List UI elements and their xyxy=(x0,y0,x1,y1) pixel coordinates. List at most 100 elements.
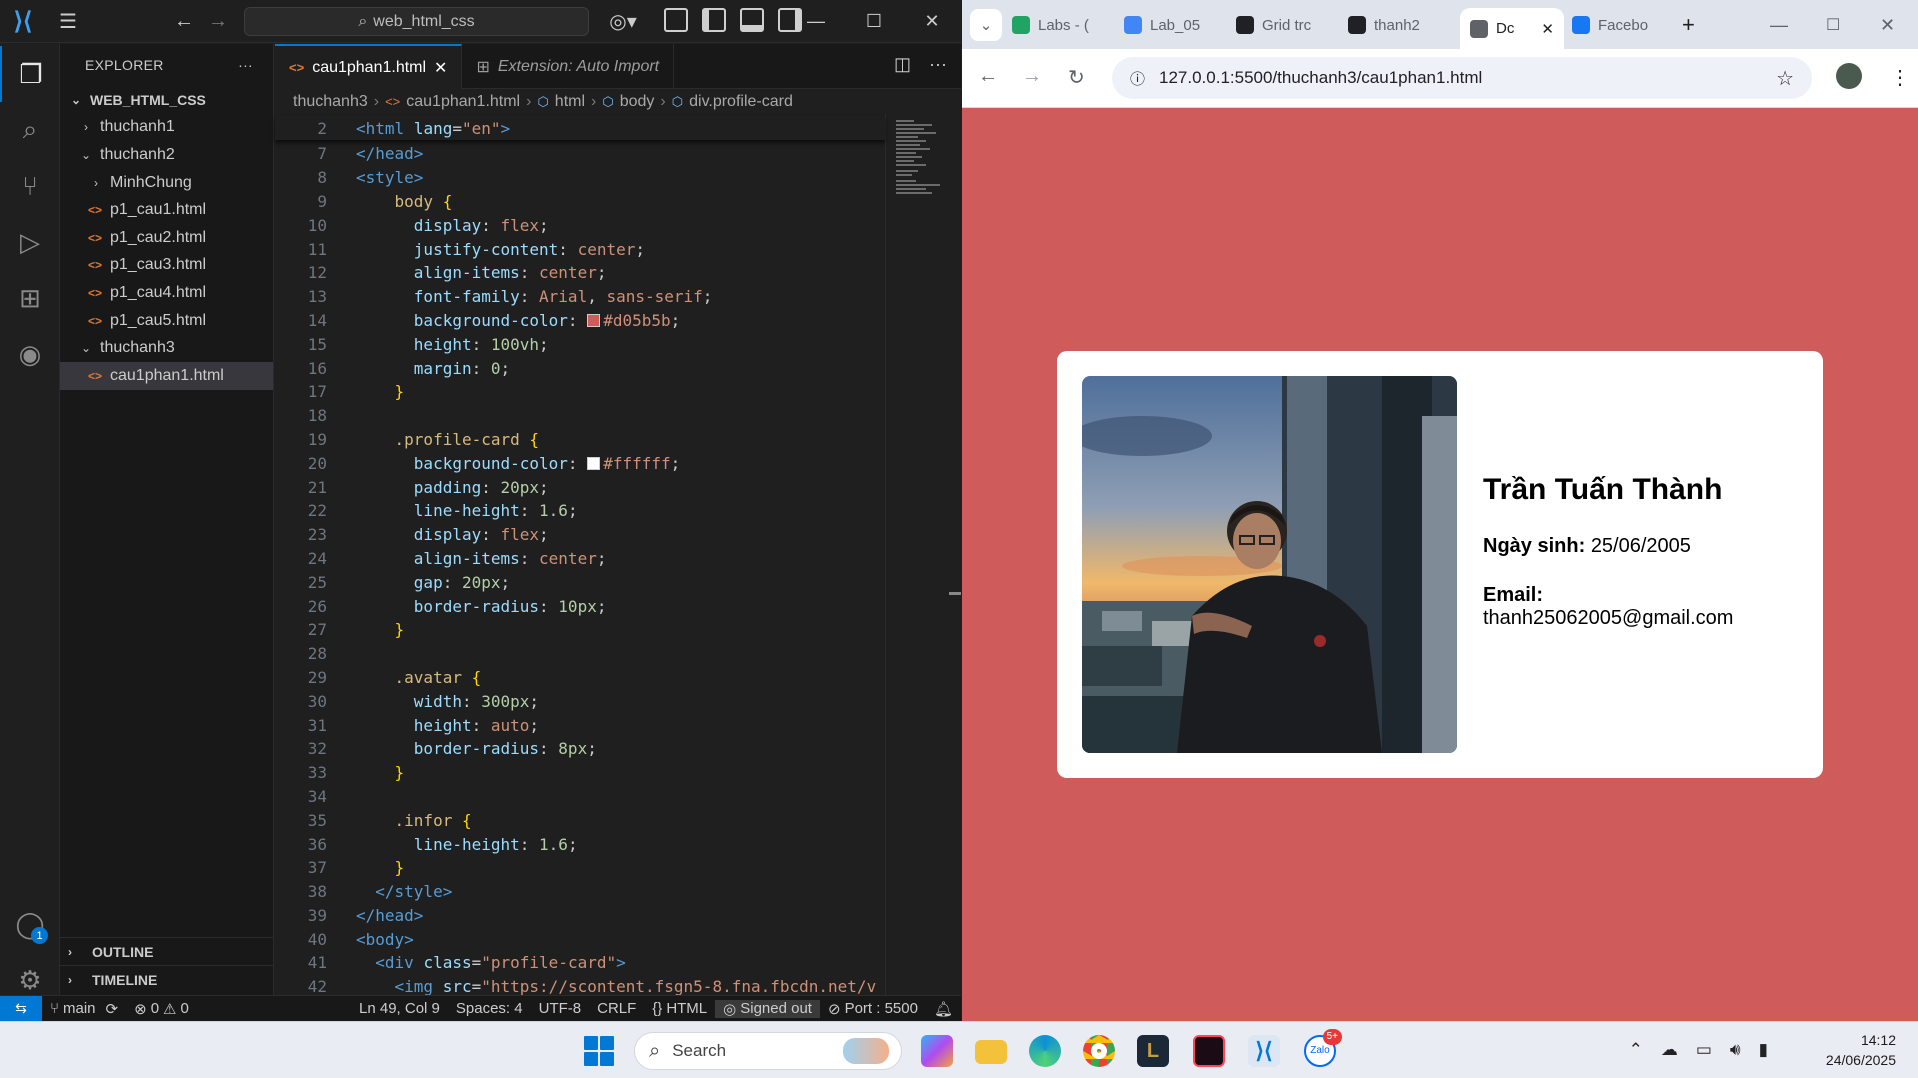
chevron-up-icon[interactable]: ⌃ xyxy=(1629,1040,1643,1060)
extensions-icon[interactable]: ⊞ xyxy=(0,270,60,326)
breadcrumb-item[interactable]: body xyxy=(620,93,655,111)
reload-icon[interactable]: ↻ xyxy=(1068,65,1085,90)
browser-tab[interactable]: Dc ✕ xyxy=(1460,8,1564,49)
zalo-app-icon[interactable]: Zalo 5+ xyxy=(1304,1029,1342,1067)
search-view-icon[interactable]: ⌕ xyxy=(0,102,60,158)
copilot-icon[interactable]: ◎▾ xyxy=(605,8,641,34)
sticky-scroll-line[interactable]: 2 <html lang="en"> xyxy=(275,116,885,140)
accounts-icon[interactable]: ◯ 1 xyxy=(0,896,60,952)
browser-tab-label: Lab_05 xyxy=(1150,16,1201,34)
tab-extension-auto-import[interactable]: ⊞ Extension: Auto Import xyxy=(462,44,675,89)
hamburger-menu-icon[interactable]: ☰ xyxy=(54,8,82,34)
volume-icon[interactable]: 🔊︎ xyxy=(1730,1040,1741,1060)
tab-cau1phan1[interactable]: <> cau1phan1.html ✕ xyxy=(275,44,463,89)
notifications-bell-icon[interactable]: 🔔︎ xyxy=(926,1000,961,1018)
toggle-primary-sidebar-icon[interactable] xyxy=(702,8,726,32)
tree-folder[interactable]: ⌄ thuchanh3 xyxy=(60,334,273,362)
profile-avatar[interactable] xyxy=(1836,63,1862,89)
back-arrow-icon[interactable]: ← xyxy=(170,8,198,34)
tree-folder[interactable]: › thuchanh1 xyxy=(60,114,273,142)
copilot-app-icon[interactable] xyxy=(921,1035,953,1067)
maximize-icon[interactable]: ☐ xyxy=(845,0,903,43)
league-of-legends-icon[interactable]: L xyxy=(1137,1035,1169,1067)
live-server-status[interactable]: ⊘ Port : 5500 xyxy=(820,1000,926,1018)
timeline-section[interactable]: › TIMELINE xyxy=(60,965,274,993)
workspace-root[interactable]: ⌄ WEB_HTML_CSS xyxy=(60,86,273,114)
close-icon[interactable]: ✕ xyxy=(1880,8,1895,42)
tree-file[interactable]: <> p1_cau2.html xyxy=(60,224,273,252)
cursor-position[interactable]: Ln 49, Col 9 xyxy=(351,1000,448,1017)
tree-folder[interactable]: › MinhChung xyxy=(60,169,273,197)
more-actions-icon[interactable]: ··· xyxy=(929,54,947,75)
clock[interactable]: 14:12 24/06/2025 xyxy=(1826,1030,1896,1070)
forward-arrow-icon[interactable]: → xyxy=(204,8,232,34)
vscode-app-icon[interactable]: ⟩⟨ xyxy=(1248,1035,1280,1067)
branch-status[interactable]: ⑂ main ⟳ xyxy=(42,1000,126,1018)
tab-search-button[interactable]: ⌄ xyxy=(970,9,1002,41)
minimize-icon[interactable]: — xyxy=(787,0,845,43)
line-number: 22 xyxy=(307,501,327,521)
onedrive-icon[interactable]: ☁ xyxy=(1661,1040,1678,1060)
source-control-icon[interactable]: ⑂ xyxy=(0,158,60,214)
tree-file[interactable]: <> p1_cau3.html xyxy=(60,252,273,280)
element-symbol-icon: ⬡ xyxy=(671,93,684,109)
scrollbar-thumb[interactable] xyxy=(949,592,961,595)
tree-folder[interactable]: ⌄ thuchanh2 xyxy=(60,141,273,169)
valorant-icon[interactable] xyxy=(1193,1035,1225,1067)
browser-tab[interactable]: Facebo xyxy=(1572,8,1676,42)
breadcrumb-item[interactable]: cau1phan1.html xyxy=(406,93,520,111)
customize-layout-icon[interactable] xyxy=(664,8,688,32)
edge-browser-icon[interactable] xyxy=(1029,1035,1061,1067)
tree-file[interactable]: <> cau1phan1.html xyxy=(60,361,273,390)
command-center-search[interactable]: ⌕ web_html_css xyxy=(244,7,589,36)
tree-item-label: p1_cau5.html xyxy=(110,311,207,329)
code-editor[interactable]: 7 </head> 8 <style> 9 body {10 display: flex… xyxy=(275,142,885,999)
account-status[interactable]: ◎ Signed out xyxy=(715,999,820,1018)
back-arrow-icon[interactable]: ← xyxy=(978,65,998,88)
forward-arrow-icon[interactable]: → xyxy=(1022,65,1042,88)
breadcrumb-item[interactable]: html xyxy=(555,93,585,111)
breadcrumb-item[interactable]: thuchanh3 xyxy=(293,93,368,111)
file-explorer-icon[interactable] xyxy=(975,1040,1007,1064)
indentation-status[interactable]: Spaces: 4 xyxy=(448,1000,531,1017)
chrome-app-icon[interactable] xyxy=(1083,1035,1115,1067)
battery-icon[interactable]: ▮ xyxy=(1759,1040,1768,1060)
eol-status[interactable]: CRLF xyxy=(589,1000,644,1017)
split-editor-icon[interactable]: ◫ xyxy=(894,54,911,75)
address-bar[interactable]: ⓘ 127.0.0.1:5500/thuchanh3/cau1phan1.htm… xyxy=(1112,57,1812,99)
outline-section[interactable]: › OUTLINE xyxy=(60,937,274,965)
tree-file[interactable]: <> p1_cau4.html xyxy=(60,279,273,307)
maximize-icon[interactable]: ☐ xyxy=(1826,8,1840,42)
close-icon[interactable]: ✕ xyxy=(903,0,961,43)
problems-status[interactable]: ⊗ 0 ⚠ 0 xyxy=(126,1000,197,1018)
language-mode[interactable]: {} HTML xyxy=(644,1000,715,1017)
toggle-panel-icon[interactable] xyxy=(740,8,764,32)
tree-file[interactable]: <> p1_cau5.html xyxy=(60,307,273,335)
minimize-icon[interactable]: — xyxy=(1770,8,1788,42)
encoding-status[interactable]: UTF-8 xyxy=(531,1000,590,1017)
more-menu-icon[interactable]: ⋮ xyxy=(1890,65,1910,90)
explorer-icon[interactable]: ❐ xyxy=(0,46,60,102)
browser-tab[interactable]: Lab_05 xyxy=(1124,8,1228,42)
browser-tab[interactable]: Grid trc xyxy=(1236,8,1340,42)
code-text: background-color: #d05b5b; xyxy=(413,310,681,330)
browser-tab[interactable]: Labs - ( xyxy=(1012,8,1116,42)
new-tab-button[interactable]: + xyxy=(1682,8,1702,42)
site-info-icon[interactable]: ⓘ xyxy=(1130,68,1145,89)
more-actions-icon[interactable]: ··· xyxy=(238,57,253,73)
edge-devtools-icon[interactable]: ◉ xyxy=(0,326,60,382)
code-line: 21 padding: 20px; xyxy=(275,475,885,499)
taskbar-search[interactable]: ⌕ Search xyxy=(634,1032,902,1070)
run-debug-icon[interactable]: ▷ xyxy=(0,214,60,270)
remote-indicator-icon[interactable]: ⇆ xyxy=(0,995,42,1022)
close-tab-icon[interactable]: ✕ xyxy=(1541,20,1554,38)
close-tab-icon[interactable]: ✕ xyxy=(434,58,447,78)
warning-count: 0 xyxy=(180,1000,189,1017)
tree-file[interactable]: <> p1_cau1.html xyxy=(60,196,273,224)
browser-tab[interactable]: thanh2 xyxy=(1348,8,1452,42)
windows-start-icon[interactable] xyxy=(584,1036,614,1066)
bookmark-star-icon[interactable]: ☆ xyxy=(1776,66,1794,91)
breadcrumb-item[interactable]: div.profile-card xyxy=(689,93,793,111)
minimap[interactable] xyxy=(885,114,949,995)
display-icon[interactable]: ▭ xyxy=(1696,1040,1712,1060)
